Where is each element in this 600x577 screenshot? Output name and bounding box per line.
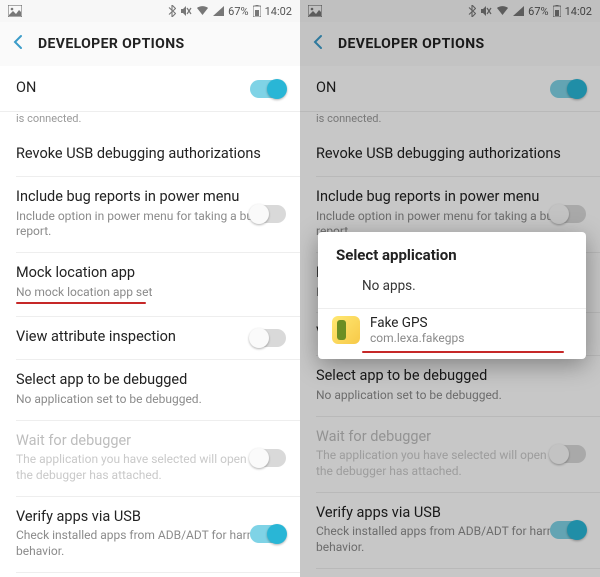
row-mock-location[interactable]: Mock location app No mock location app s… [0, 252, 300, 316]
master-toggle [550, 80, 586, 98]
battery-icon [553, 5, 561, 17]
connected-note: is connected. [0, 112, 300, 133]
connected-note: is connected. [300, 112, 600, 133]
dialog-no-apps[interactable]: No apps. [318, 272, 586, 308]
row-wait-debugger: Wait for debugger The application you ha… [300, 416, 600, 492]
settings-list: ON is connected. Revoke USB debugging au… [0, 66, 300, 577]
back-icon[interactable] [10, 34, 26, 54]
mute-icon [180, 5, 192, 17]
row-select-debug: Select app to be debugged No application… [300, 355, 600, 415]
select-application-dialog: Select application No apps. Fake GPS com… [318, 232, 586, 359]
status-bar: 67% 14:02 [300, 0, 600, 22]
row-select-debug[interactable]: Select app to be debugged No application… [0, 359, 300, 419]
row-buffer-size: Buffer size for logging 256K per log buf… [300, 568, 600, 577]
row-verify-usb[interactable]: Verify apps via USB Check installed apps… [0, 496, 300, 572]
gallery-icon [308, 5, 322, 17]
master-toggle[interactable] [250, 80, 286, 98]
page-title: DEVELOPER OPTIONS [38, 36, 185, 52]
app-package: com.lexa.fakegps [370, 331, 464, 345]
app-icon [332, 316, 360, 344]
phone-right: 67% 14:02 DEVELOPER OPTIONS ON is connec… [300, 0, 600, 577]
row-revoke-usb[interactable]: Revoke USB debugging authorizations [0, 133, 300, 176]
toggle-wait-debugger [550, 445, 586, 463]
bluetooth-icon [468, 5, 476, 17]
toggle-view-attribute[interactable] [250, 329, 286, 347]
row-revoke-usb: Revoke USB debugging authorizations [300, 133, 600, 176]
toggle-bug-report[interactable] [250, 205, 286, 223]
wifi-icon [496, 6, 509, 16]
row-bug-report[interactable]: Include bug reports in power menu Includ… [0, 176, 300, 252]
dialog-title: Select application [318, 232, 586, 272]
highlight-underline [16, 302, 146, 304]
app-header: DEVELOPER OPTIONS [0, 22, 300, 66]
row-buffer-size[interactable]: Buffer size for logging 256K per log buf… [0, 572, 300, 577]
clock-text: 14:02 [565, 5, 592, 18]
toggle-wait-debugger [250, 449, 286, 467]
highlight-underline [362, 351, 564, 353]
mute-icon [480, 5, 492, 17]
on-label: ON [16, 79, 36, 98]
app-header: DEVELOPER OPTIONS [300, 22, 600, 66]
gallery-icon [8, 5, 22, 17]
battery-icon [253, 5, 261, 17]
phone-left: 67% 14:02 DEVELOPER OPTIONS ON is connec… [0, 0, 300, 577]
dialog-app-item[interactable]: Fake GPS com.lexa.fakegps [318, 309, 586, 355]
page-title: DEVELOPER OPTIONS [338, 36, 485, 52]
toggle-verify-usb[interactable] [250, 525, 286, 543]
wifi-icon [196, 6, 209, 16]
toggle-verify-usb [550, 521, 586, 539]
bluetooth-icon [168, 5, 176, 17]
clock-text: 14:02 [265, 5, 292, 18]
back-icon[interactable] [310, 34, 326, 54]
app-name: Fake GPS [370, 315, 464, 331]
master-toggle-row: ON [300, 66, 600, 112]
master-toggle-row[interactable]: ON [0, 66, 300, 112]
signal-icon [513, 6, 524, 16]
toggle-bug-report [550, 205, 586, 223]
battery-percent: 67% [228, 5, 248, 18]
status-bar: 67% 14:02 [0, 0, 300, 22]
row-wait-debugger: Wait for debugger The application you ha… [0, 420, 300, 496]
battery-percent: 67% [528, 5, 548, 18]
row-verify-usb: Verify apps via USB Check installed apps… [300, 492, 600, 568]
signal-icon [213, 6, 224, 16]
row-view-attribute[interactable]: View attribute inspection [0, 316, 300, 359]
